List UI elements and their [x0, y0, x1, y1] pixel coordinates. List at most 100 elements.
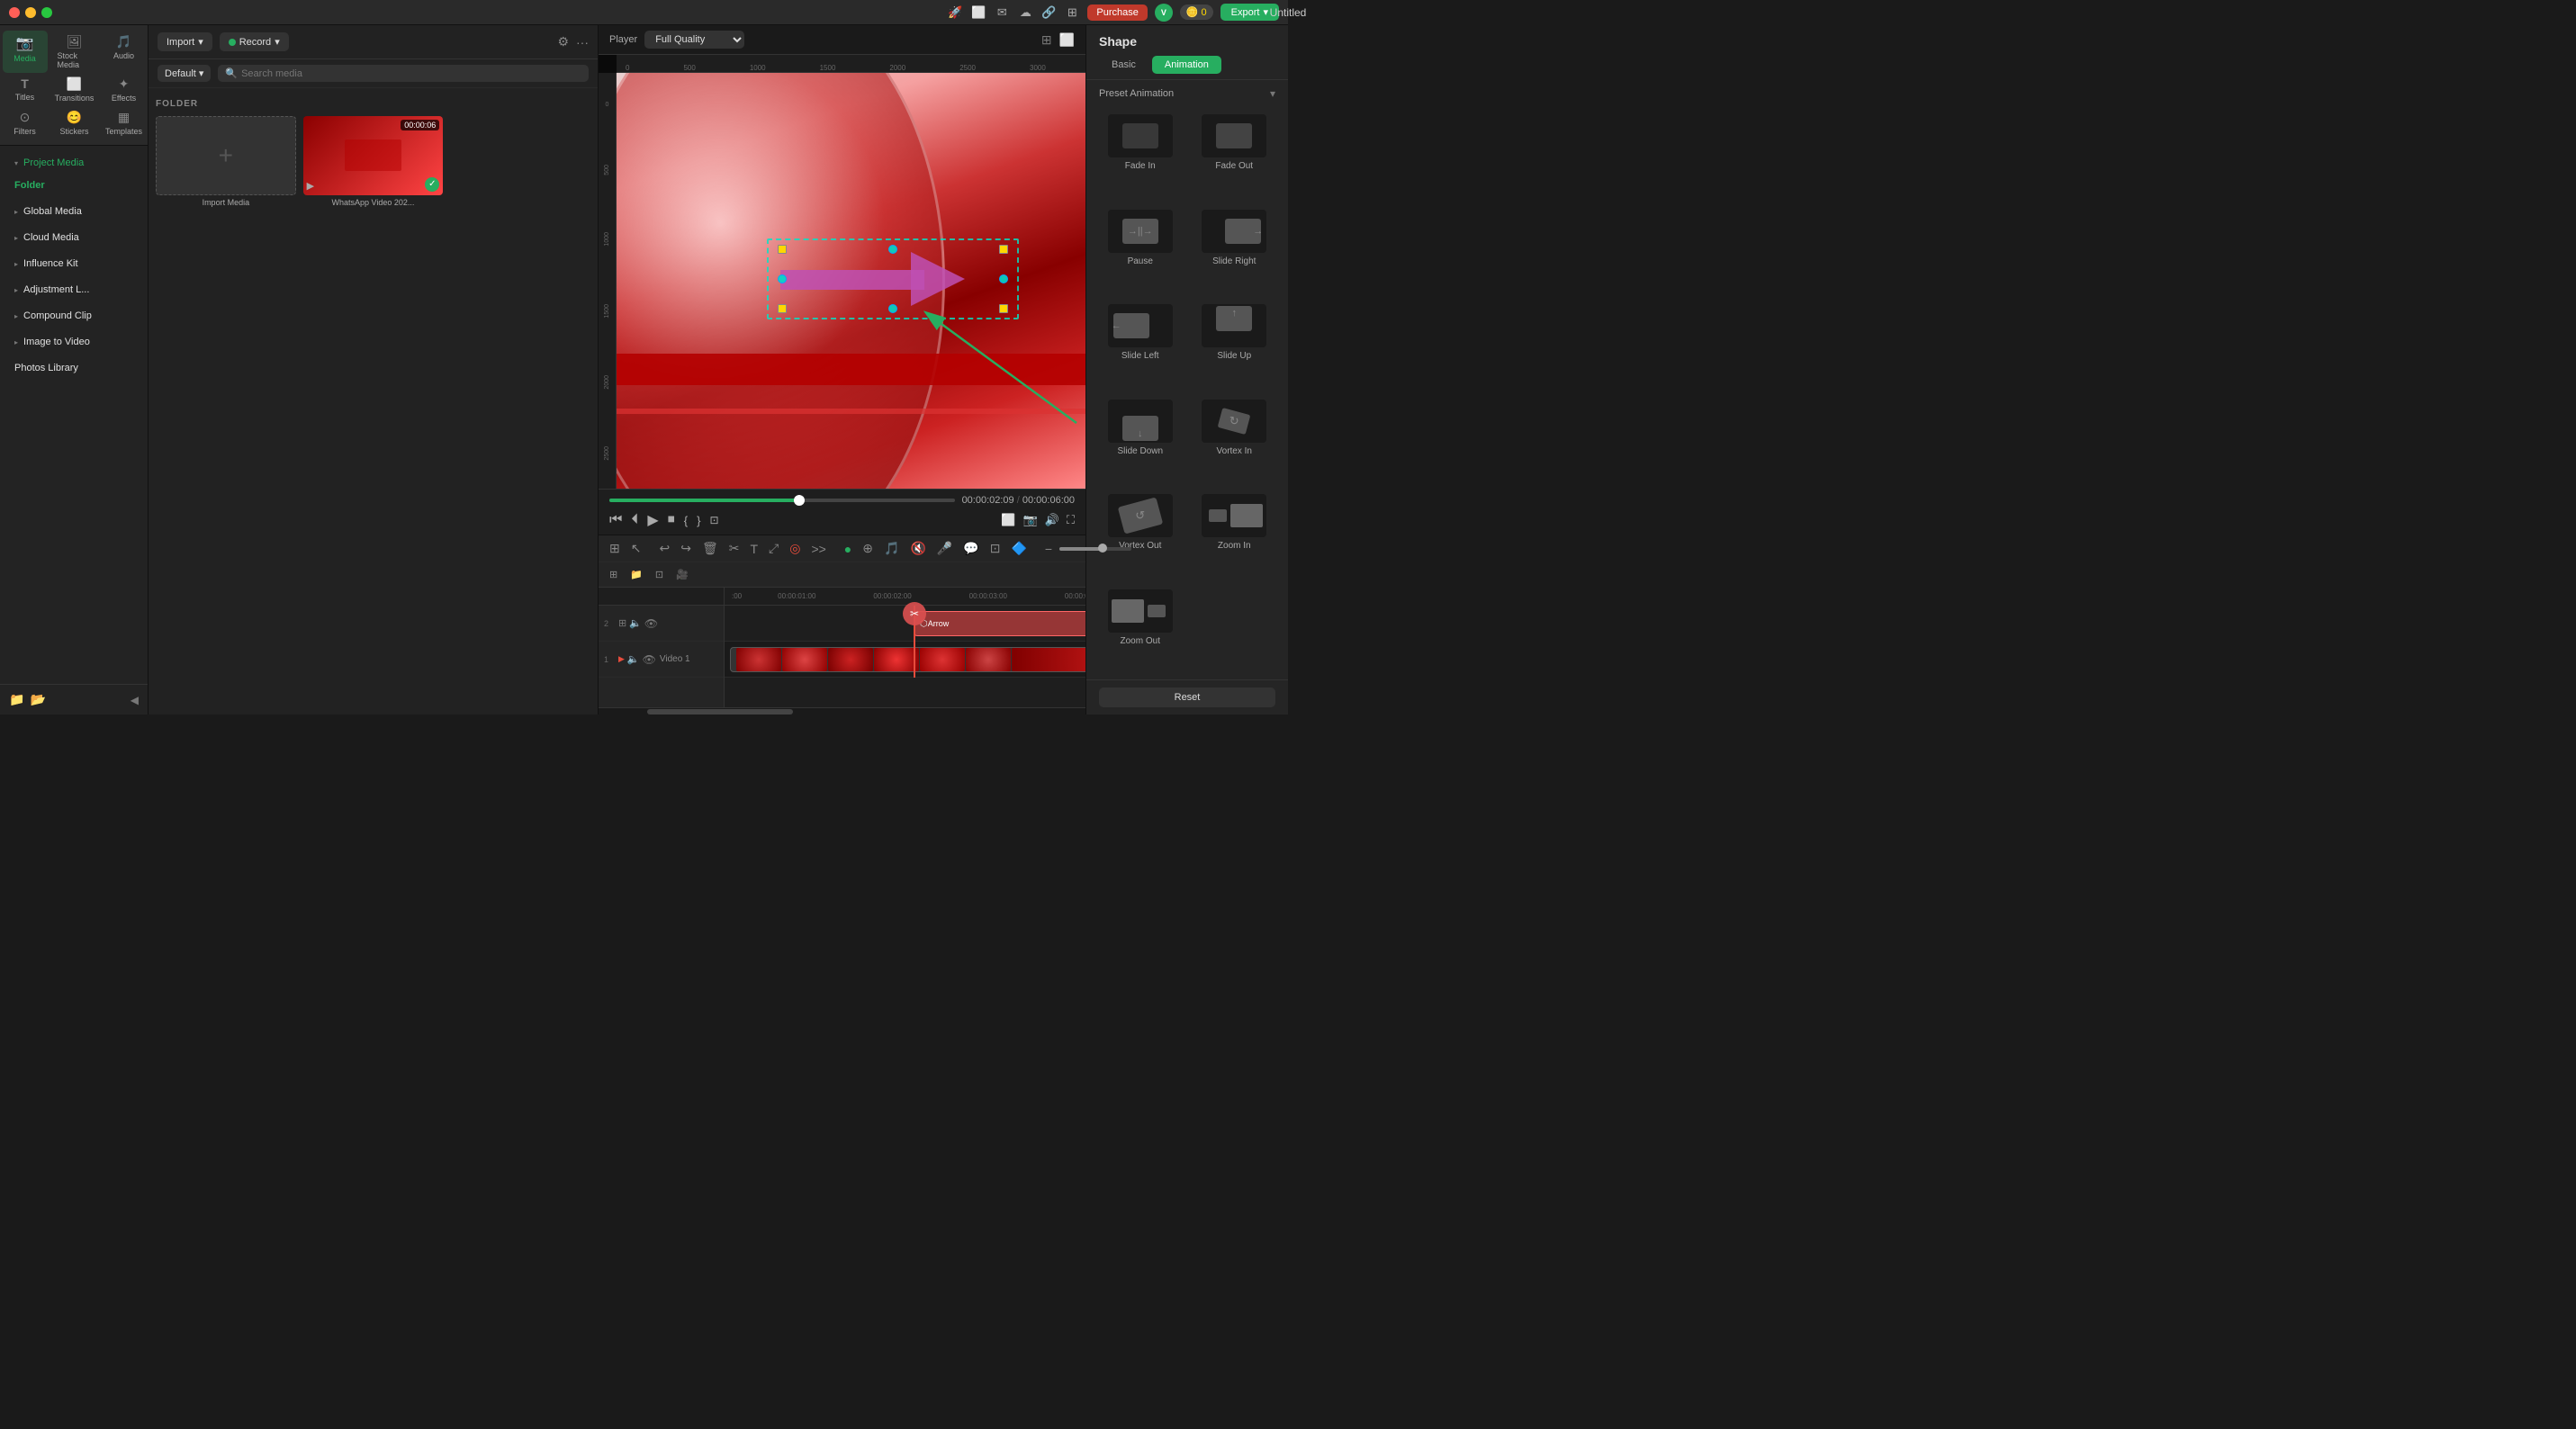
anim-pause[interactable]: →||→ Pause [1094, 202, 1187, 297]
progress-bar[interactable]: 00:00:02:09 / 00:00:06:00 [609, 495, 1075, 506]
trim-button[interactable]: ⊡ [709, 514, 718, 526]
snapshot-button[interactable]: 📷 [1023, 513, 1038, 527]
tl-color-button[interactable]: 🔷 [1007, 539, 1030, 558]
tl-cut-button[interactable]: ✂ [725, 539, 743, 558]
tl-speed-button[interactable]: ◎ [786, 539, 804, 558]
add-compound-button[interactable]: ⊡ [652, 567, 667, 582]
tl-mic-button[interactable]: 🎤 [933, 539, 956, 558]
account-icon[interactable]: ⬜ [970, 4, 986, 21]
tab-basic[interactable]: Basic [1099, 56, 1148, 74]
arrow-clip[interactable]: ⬡ Arrow [914, 611, 1085, 636]
default-button[interactable]: Default ▾ [158, 65, 211, 82]
sidebar-item-project-media[interactable]: ▾ Project Media [4, 150, 144, 175]
toolbar-item-templates[interactable]: ▦ Templates [102, 106, 147, 139]
anim-vortex-out[interactable]: ↺ Vortex Out [1094, 487, 1187, 581]
track-eye-icon[interactable]: 👁 [644, 617, 658, 630]
tl-text-button[interactable]: T [746, 540, 761, 558]
play-button[interactable]: ▶ [647, 511, 658, 529]
toolbar-item-filters[interactable]: ⊙ Filters [3, 106, 48, 139]
fullscreen-btn[interactable]: ⛶ [1067, 513, 1075, 527]
timeline-scrollbar[interactable] [599, 707, 1085, 714]
track-audio-icon-1[interactable]: 🔈 [627, 653, 640, 665]
volume-button[interactable]: 🔊 [1045, 513, 1059, 527]
anim-zoom-out[interactable]: Zoom Out [1094, 582, 1187, 677]
anim-fade-out[interactable]: Fade Out [1188, 107, 1282, 202]
quality-select[interactable]: Full Quality Half Quality Quarter Qualit… [644, 31, 744, 49]
traffic-light-green[interactable] [41, 7, 52, 18]
notification-icon[interactable]: 🚀 [947, 4, 963, 21]
progress-track[interactable] [609, 499, 955, 502]
reset-button[interactable]: Reset [1099, 688, 1275, 707]
record-button[interactable]: Record ▾ [220, 32, 289, 51]
tl-main-track-button[interactable]: ● [841, 540, 855, 558]
anim-slide-down[interactable]: ↓ Slide Down [1094, 392, 1187, 487]
search-input[interactable] [241, 68, 581, 79]
toolbar-item-transitions[interactable]: ⬜ Transitions [52, 73, 97, 106]
message-icon[interactable]: ✉ [994, 4, 1010, 21]
track-audio-icon[interactable]: 🔈 [629, 617, 642, 629]
sidebar-item-influence-kit[interactable]: ▸ Influence Kit [4, 251, 144, 276]
bracket-out-button[interactable]: } [697, 514, 700, 527]
sidebar-item-compound-clip[interactable]: ▸ Compound Clip [4, 303, 144, 328]
sidebar-item-adjustment-l[interactable]: ▸ Adjustment L... [4, 277, 144, 302]
toolbar-item-titles[interactable]: T Titles [3, 73, 48, 106]
sidebar-item-image-to-video[interactable]: ▸ Image to Video [4, 329, 144, 355]
filter-icon[interactable]: ⚙ [557, 34, 569, 49]
purchase-button[interactable]: Purchase [1087, 4, 1147, 21]
stop-button[interactable]: ⏹ [668, 512, 675, 528]
import-media-item[interactable]: + Import Media [156, 116, 296, 207]
sidebar-item-cloud-media[interactable]: ▸ Cloud Media [4, 225, 144, 250]
tab-animation[interactable]: Animation [1152, 56, 1221, 74]
tl-crop-button[interactable]: ⤢ [765, 539, 782, 558]
tl-undo-button[interactable]: ↩ [655, 539, 673, 558]
tl-overlay-button[interactable]: ⊕ [859, 539, 877, 558]
traffic-light-yellow[interactable] [25, 7, 36, 18]
tl-more-button[interactable]: >> [807, 540, 829, 558]
traffic-light-red[interactable] [9, 7, 20, 18]
toolbar-item-media[interactable]: 📷 Media [3, 31, 48, 73]
toolbar-item-audio[interactable]: 🎵 Audio [102, 31, 147, 73]
folder-label[interactable]: Folder [14, 180, 45, 191]
track-layer-icon[interactable]: ⊞ [618, 617, 626, 629]
frame-back-button[interactable]: ⏴ [631, 512, 638, 528]
skip-back-button[interactable]: ⏮ [609, 512, 622, 528]
more-options-icon[interactable]: ··· [576, 35, 589, 49]
collapse-button[interactable]: ◀ [131, 694, 139, 706]
tl-redo-button[interactable]: ↪ [677, 539, 695, 558]
import-button[interactable]: Import ▾ [158, 32, 212, 51]
tl-grid-button[interactable]: ⊞ [606, 539, 624, 558]
tl-pip-button[interactable]: ⊡ [986, 539, 1004, 558]
tl-delete-button[interactable]: 🗑 [698, 539, 722, 558]
toolbar-item-stock-media[interactable]: 🖼 Stock Media [52, 31, 97, 73]
cloud-icon[interactable]: ☁ [1017, 4, 1033, 21]
add-layer-button[interactable]: ⊞ [606, 567, 621, 582]
video-media-item[interactable]: 00:00:06 ▶ ✓ WhatsApp Video 202... [303, 116, 444, 207]
sidebar-item-global-media[interactable]: ▸ Global Media [4, 199, 144, 224]
toolbar-item-stickers[interactable]: 😊 Stickers [52, 106, 97, 139]
tl-mute-button[interactable]: 🔇 [906, 539, 929, 558]
anim-slide-left[interactable]: ← Slide Left [1094, 297, 1187, 391]
anim-slide-up[interactable]: ↑ Slide Up [1188, 297, 1282, 391]
anim-zoom-in[interactable]: Zoom In [1188, 487, 1282, 581]
toolbar-item-effects[interactable]: ✦ Effects [102, 73, 147, 106]
add-folder-icon[interactable]: 📁 [9, 692, 24, 707]
add-video-track-button[interactable]: 🎥 [672, 567, 692, 582]
picture-in-picture-button[interactable]: ⬜ [1001, 513, 1015, 527]
add-audio-track-button[interactable]: 📁 [626, 567, 646, 582]
layout-icon[interactable]: ⊞ [1064, 4, 1080, 21]
bracket-in-button[interactable]: { [684, 514, 688, 527]
new-folder-icon[interactable]: 📂 [30, 692, 45, 707]
fullscreen-icon[interactable]: ⬜ [1059, 32, 1075, 48]
settings-icon[interactable]: 🔗 [1040, 4, 1057, 21]
anim-fade-in[interactable]: Fade In [1094, 107, 1187, 202]
tl-subtitle-button[interactable]: 💬 [959, 539, 982, 558]
zoom-slider[interactable] [1059, 547, 1131, 551]
sidebar-item-photos-library[interactable]: Photos Library [4, 355, 144, 381]
track-eye-icon-1[interactable]: 👁 [643, 653, 656, 666]
zoom-out-btn[interactable]: − [1041, 540, 1056, 558]
anim-slide-right[interactable]: → Slide Right [1188, 202, 1282, 297]
preset-collapse-icon[interactable]: ▾ [1270, 87, 1275, 100]
tl-pointer-button[interactable]: ↖ [627, 539, 645, 558]
grid-view-icon[interactable]: ⊞ [1041, 32, 1052, 48]
tl-audio-button[interactable]: 🎵 [880, 539, 903, 558]
